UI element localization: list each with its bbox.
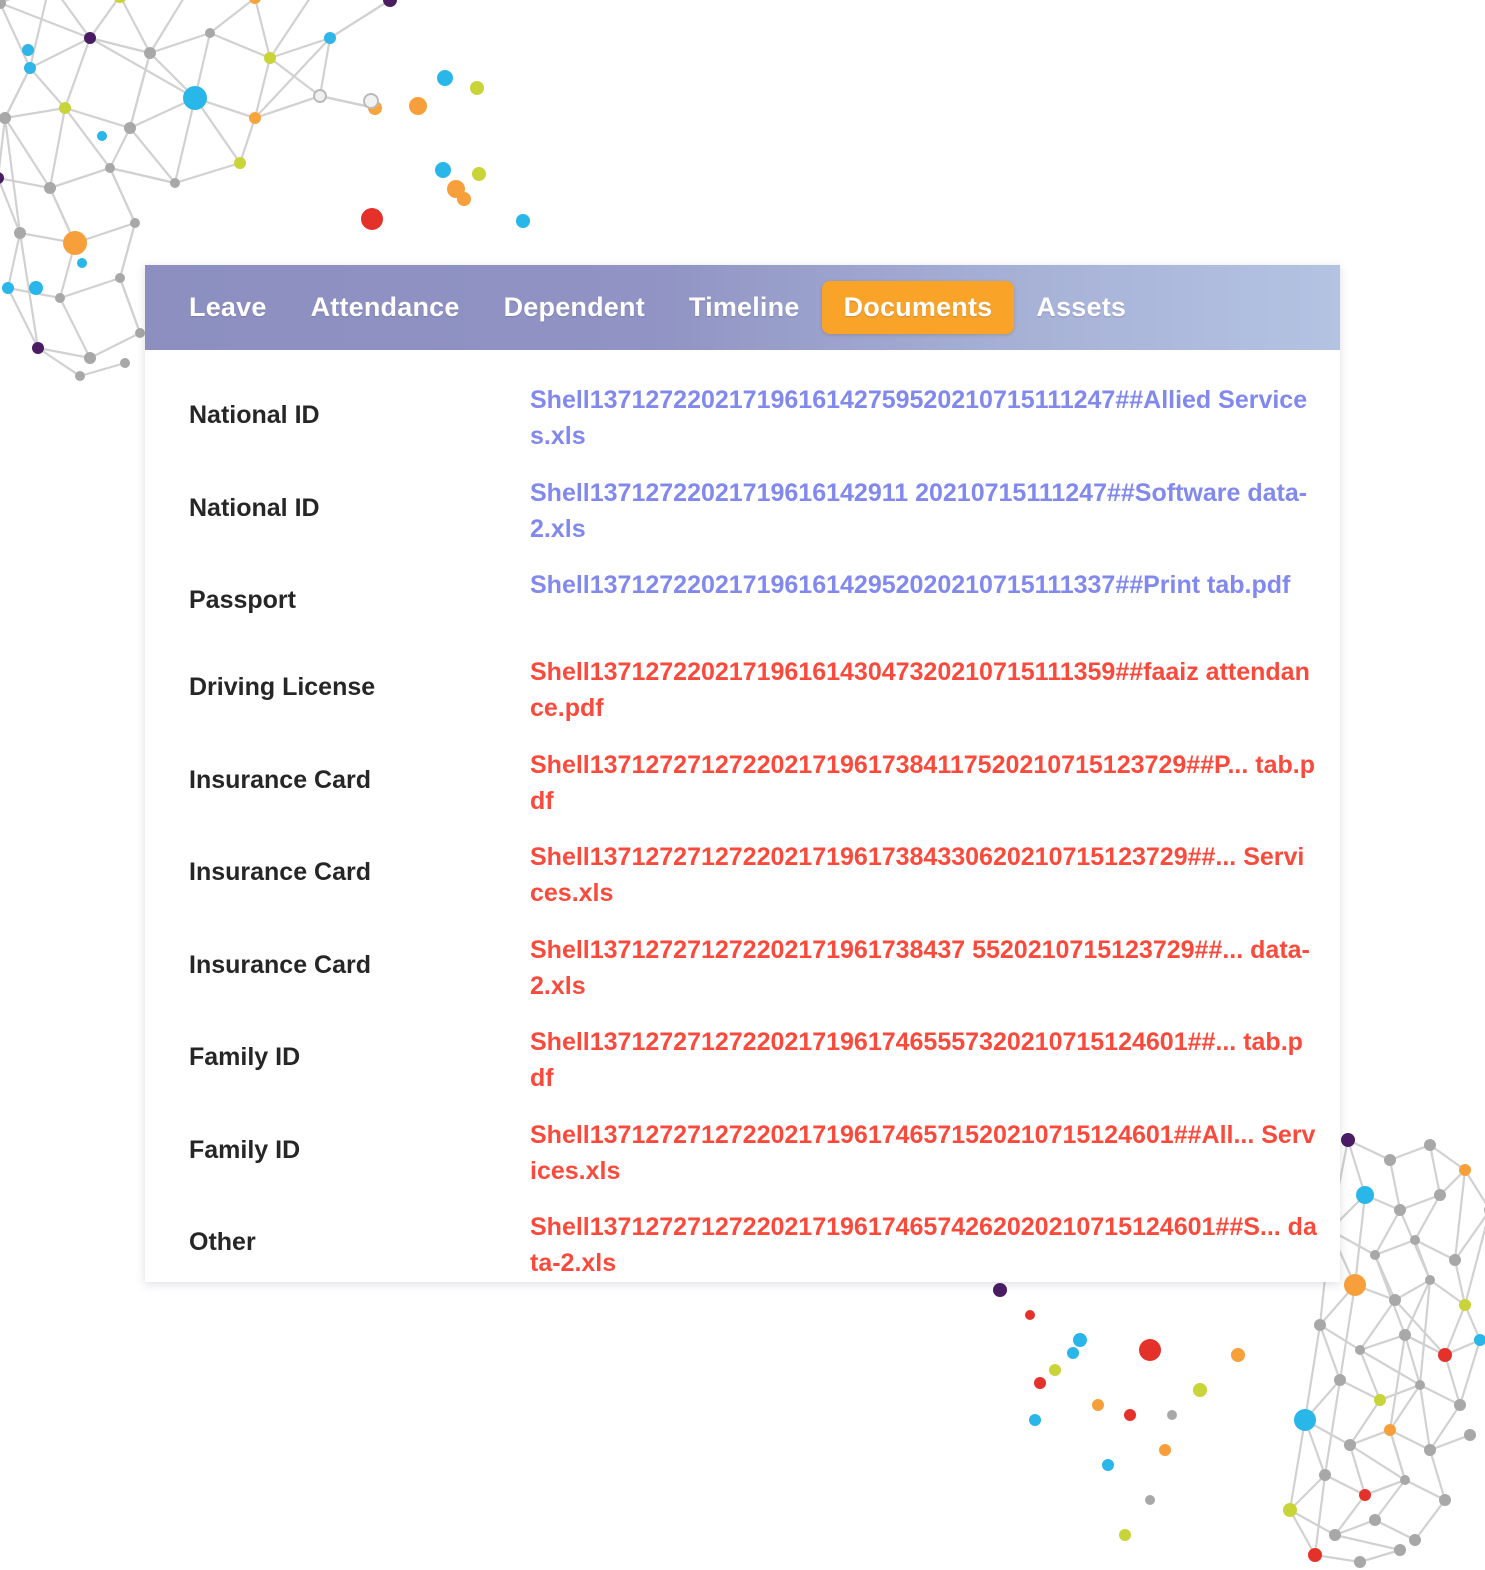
tab-leave[interactable]: Leave xyxy=(167,281,289,334)
document-file-link[interactable]: Shell137127271272202171961738437 5520210… xyxy=(530,932,1340,1005)
tab-dependent[interactable]: Dependent xyxy=(482,281,667,334)
tab-attendance[interactable]: Attendance xyxy=(289,281,482,334)
table-row: Family ID Shell1371272712722021719617465… xyxy=(145,1107,1340,1200)
document-type-label: Driving License xyxy=(189,673,376,701)
table-row: Passport Shell13712722021719616142952020… xyxy=(145,557,1340,644)
document-type-label: Insurance Card xyxy=(189,765,372,794)
table-row: Other Shell13712727127220217196174657426… xyxy=(145,1199,1340,1282)
document-file-link[interactable]: Shell13712722021719616142911 20210715111… xyxy=(530,475,1340,548)
table-row: National ID Shell13712722021719616142911… xyxy=(145,465,1340,558)
table-row: Driving License Shell1371272202171961614… xyxy=(145,644,1340,737)
table-row: Insurance Card Shell13712727127220217196… xyxy=(145,922,1340,1015)
document-type-label: Passport xyxy=(189,586,296,614)
document-type-label: National ID xyxy=(189,493,320,522)
table-row: Insurance Card Shell13712727127220217196… xyxy=(145,737,1340,830)
tab-documents[interactable]: Documents xyxy=(821,281,1015,334)
table-row: Family ID Shell1371272712722021719617465… xyxy=(145,1014,1340,1107)
tab-assets[interactable]: Assets xyxy=(1014,281,1148,334)
table-row: National ID Shell13712722021719616142759… xyxy=(145,372,1340,465)
document-type-label: Insurance Card xyxy=(189,858,372,886)
document-file-link[interactable]: Shell13712727127220217196174655573202107… xyxy=(530,1024,1340,1097)
tab-bar: Leave Attendance Dependent Timeline Docu… xyxy=(145,265,1340,350)
document-type-label: Other xyxy=(189,1228,256,1256)
document-file-link[interactable]: Shell13712727127220217196174657152021071… xyxy=(530,1117,1340,1190)
tab-timeline[interactable]: Timeline xyxy=(667,281,822,334)
document-file-link[interactable]: Shell13712722021719616142759520210715111… xyxy=(530,382,1340,455)
employee-documents-panel: Leave Attendance Dependent Timeline Docu… xyxy=(145,265,1340,1282)
document-type-label: Insurance Card xyxy=(189,950,372,979)
document-file-link[interactable]: Shell13712727127220217196173841175202107… xyxy=(530,747,1340,820)
document-type-label: Family ID xyxy=(189,1043,301,1071)
documents-table: National ID Shell13712722021719616142759… xyxy=(145,350,1340,1282)
document-file-link[interactable]: Shell13712722021719616142952020210715111… xyxy=(530,567,1340,603)
document-type-label: National ID xyxy=(189,401,320,429)
table-row: Insurance Card Shell13712727127220217196… xyxy=(145,829,1340,922)
document-type-label: Family ID xyxy=(189,1135,301,1164)
document-file-link[interactable]: Shell13712727127220217196173843306202107… xyxy=(530,839,1340,912)
document-file-link[interactable]: Shell13712722021719616143047320210715111… xyxy=(530,654,1340,727)
document-file-link[interactable]: Shell13712727127220217196174657426202021… xyxy=(530,1209,1340,1282)
